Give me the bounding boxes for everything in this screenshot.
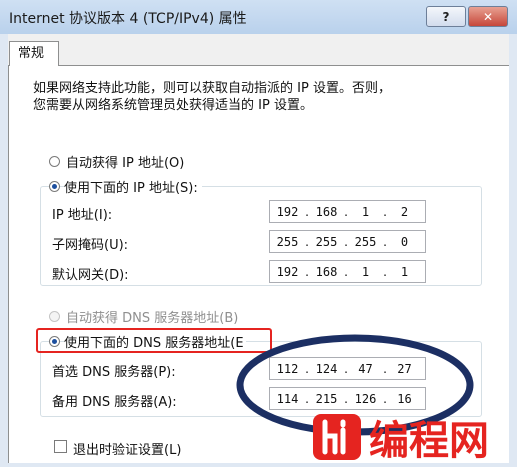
watermark-logo: 编程网: [313, 414, 489, 464]
validate-on-exit-label: 退出时验证设置(L): [73, 443, 182, 458]
validate-on-exit-checkbox[interactable]: [54, 440, 67, 453]
annotation-overlay: [236, 334, 474, 436]
watermark: 编程网: [313, 408, 513, 467]
watermark-text: 编程网: [369, 418, 489, 463]
